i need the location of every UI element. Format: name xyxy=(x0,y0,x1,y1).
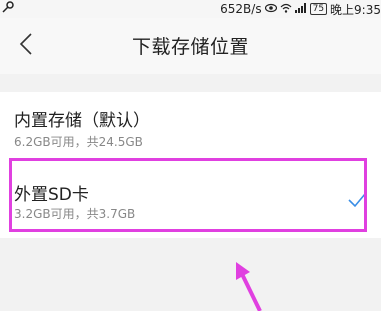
option-internal-storage[interactable]: 内置存储（默认） 6.2GB可用，共24.5GB xyxy=(0,92,381,162)
option-subtitle: 6.2GB可用，共24.5GB xyxy=(14,135,143,149)
battery-indicator: 75 xyxy=(309,3,328,15)
check-icon xyxy=(347,192,367,212)
wifi-icon xyxy=(280,2,292,16)
header: 下载存储位置 xyxy=(0,18,381,74)
option-title: 内置存储（默认） xyxy=(14,111,150,131)
status-bar: 652B/s 75 晚上9:35 xyxy=(0,0,381,18)
option-title: 外置SD卡 xyxy=(14,185,89,205)
annotation-arrow-icon xyxy=(236,262,262,311)
option-subtitle: 3.2GB可用，共3.7GB xyxy=(14,207,136,221)
storage-options-list: 内置存储（默认） 6.2GB可用，共24.5GB 外置SD卡 3.2GB可用，共… xyxy=(0,92,381,238)
signal-icon xyxy=(294,2,307,16)
network-speed: 652B/s xyxy=(220,2,262,16)
eye-icon xyxy=(264,2,277,16)
page-title: 下载存储位置 xyxy=(131,36,249,58)
status-indicators: 652B/s 75 晚上9:35 xyxy=(220,1,381,17)
key-icon xyxy=(2,1,14,16)
option-external-sd-card[interactable]: 外置SD卡 3.2GB可用，共3.7GB xyxy=(0,168,381,238)
status-time: 晚上9:35 xyxy=(330,2,381,17)
